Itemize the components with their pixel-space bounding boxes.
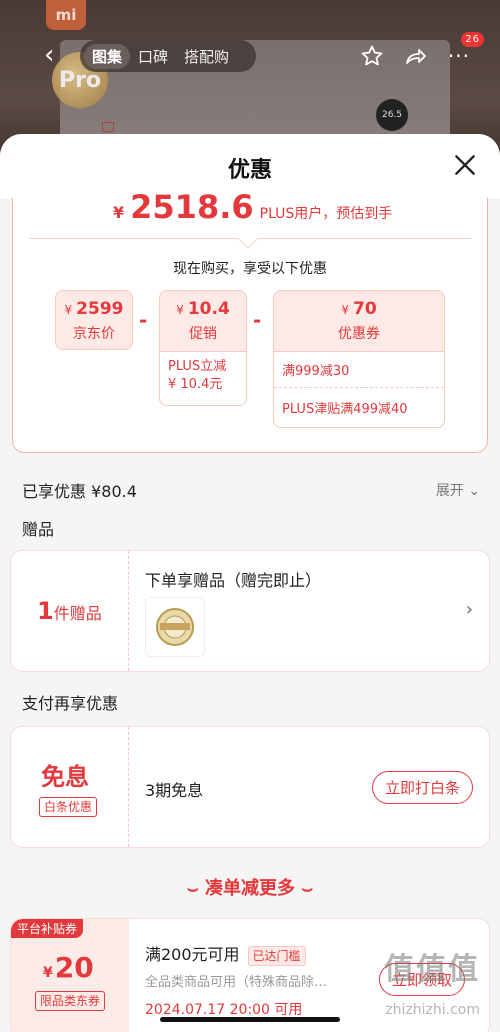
nav-actions: ··· 26	[360, 32, 484, 68]
brand-logo: mi	[46, 0, 86, 30]
coupon-title: 满200元可用 已达门槛	[145, 941, 306, 966]
watermark-url: zhizhizhi.com	[385, 1002, 480, 1018]
gift-card[interactable]: 1件赠品 下单享赠品（赠完即止） ›	[10, 550, 490, 672]
pay-card: 免息 白条优惠 3期免息 立即打白条	[10, 726, 490, 848]
chevron-down-icon: ⌄	[468, 483, 480, 499]
platform-coupon-badge: 平台补贴券	[11, 919, 84, 938]
price-breakdown-card: ¥ 2518.6 PLUS用户，预估到手 现在购买，享受以下优惠 ¥2599 京…	[12, 191, 488, 453]
pay-card-left: 免息 白条优惠	[11, 727, 129, 847]
close-icon[interactable]	[452, 152, 478, 178]
coupon-value: ¥70	[341, 299, 377, 319]
tab-reviews[interactable]: 口碑	[130, 44, 176, 69]
promo-label: 促销	[189, 326, 217, 342]
decor-left-icon: ⌣	[186, 878, 205, 899]
home-indicator[interactable]	[160, 1017, 340, 1022]
more-discount-title: ⌣ 凑单减更多 ⌣	[186, 878, 314, 899]
tab-gallery[interactable]: 图集	[84, 43, 131, 69]
promo-value: ¥10.4	[176, 299, 230, 319]
coupon-list: 满999减30 PLUS津贴满499减40	[273, 351, 445, 428]
minus-sign: -	[253, 308, 262, 332]
chevron-right-icon: ›	[465, 599, 473, 620]
coupon-category-tag: 限品类东券	[35, 991, 106, 1011]
gift-section-title: 赠品	[22, 520, 55, 539]
coupon-item: 满999减30	[274, 352, 444, 388]
baitiao-tag: 白条优惠	[39, 797, 98, 817]
coupon-amount: ¥20	[43, 951, 94, 984]
back-icon[interactable]: ‹	[44, 42, 54, 68]
price-amount: 2518.6	[130, 188, 254, 226]
gift-card-left: 1件赠品	[11, 551, 129, 671]
more-badge: 26	[461, 32, 484, 47]
enjoyed-discount: 已享优惠 ¥80.4	[22, 482, 137, 501]
price-currency: ¥	[113, 203, 125, 222]
gift-badge-icon	[156, 608, 194, 646]
pay-section-title: 支付再享优惠	[22, 694, 119, 713]
gift-image	[145, 597, 205, 657]
decor-right-icon: ⌣	[295, 878, 314, 899]
jd-price-value: ¥2599	[64, 299, 124, 319]
sheet-title: 优惠	[227, 158, 272, 183]
coupon-description: 全品类商品可用（特殊商品除…	[145, 975, 328, 990]
coupon-time: 2024.07.17 20:00 可用	[145, 1002, 303, 1018]
interest-free-label: 免息	[41, 763, 89, 791]
coupon-box: ¥70 优惠券 满999减30 PLUS津贴满499减40	[273, 290, 445, 428]
price-note: PLUS用户，预估到手	[259, 206, 393, 222]
coupon-item: PLUS津贴满499减40	[282, 402, 408, 417]
mi-logo-icon	[102, 122, 114, 132]
star-icon[interactable]	[360, 44, 384, 68]
threshold-reached-badge: 已达门槛	[247, 946, 306, 966]
share-icon[interactable]	[404, 44, 428, 68]
minus-sign: -	[139, 308, 148, 332]
baitiao-button[interactable]: 立即打白条	[371, 771, 473, 804]
watermark: 值值值	[384, 952, 480, 987]
promo-detail: PLUS立减 ¥ 10.4元	[159, 351, 247, 406]
coupon-label: 优惠券	[338, 326, 380, 342]
coupon-left: 平台补贴券 ¥20 限品类东券	[11, 919, 129, 1032]
calc-title: 现在购买，享受以下优惠	[173, 261, 327, 277]
expand-button[interactable]: 展开 ⌄	[436, 480, 480, 500]
caret-icon	[238, 229, 258, 249]
gift-title: 下单享赠品（赠完即止）	[145, 571, 322, 590]
promo-box: ¥10.4 促销 PLUS立减 ¥ 10.4元	[159, 290, 247, 406]
more-icon[interactable]: ··· 26	[448, 32, 484, 68]
tab-bundle[interactable]: 搭配购	[176, 44, 237, 69]
estimated-price: ¥ 2518.6 PLUS用户，预估到手	[113, 188, 393, 226]
gift-count: 1件赠品	[37, 597, 102, 625]
expand-label: 展开	[435, 483, 464, 499]
installment-text: 3期免息	[145, 781, 204, 800]
jd-price-label: 京东价	[73, 326, 115, 342]
media-tabs: 图集 口碑 搭配购	[80, 40, 256, 72]
device-display: 26.5	[376, 99, 408, 131]
discount-sheet: 优惠 ¥ 2518.6 PLUS用户，预估到手 现在购买，享受以下优惠 ¥259…	[0, 134, 500, 1032]
top-nav: ‹ 图集 口碑 搭配购 ··· 26	[0, 32, 500, 74]
jd-price-box: ¥2599 京东价	[55, 290, 133, 350]
